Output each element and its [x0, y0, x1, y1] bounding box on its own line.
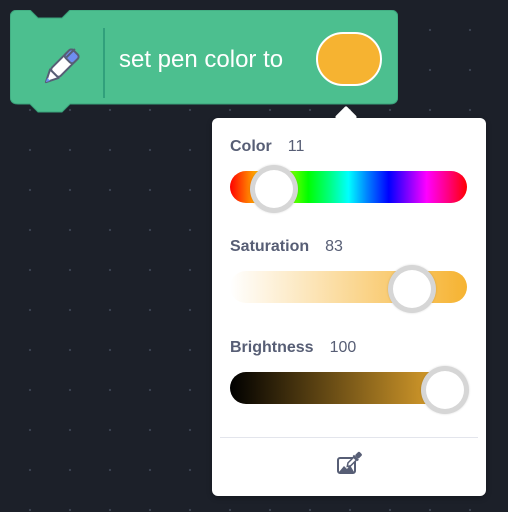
saturation-slider-row: Saturation 83 [230, 236, 468, 313]
brightness-slider-label: Brightness [230, 339, 314, 356]
saturation-slider-value: 83 [325, 238, 343, 255]
saturation-slider-label: Saturation [230, 238, 310, 255]
eyedropper-icon [337, 451, 362, 474]
color-slider-row: Color 11 [230, 136, 468, 213]
color-slider-value: 11 [287, 138, 305, 155]
eyedropper-button[interactable] [329, 444, 369, 484]
color-slider-label: Color [230, 138, 272, 155]
set-pen-color-block[interactable]: set pen color to [10, 10, 398, 120]
color-slider-handle[interactable] [250, 165, 298, 213]
brightness-slider-handle[interactable] [421, 366, 469, 414]
color-swatch-input[interactable] [316, 32, 382, 86]
brightness-slider-row: Brightness 100 [230, 337, 469, 414]
pen-icon [44, 48, 80, 84]
color-picker-popover: Color 11 Saturation 83 Brightness 100 [212, 105, 486, 496]
popover-divider [220, 437, 478, 438]
block-divider [103, 28, 105, 98]
brightness-slider-value: 100 [329, 339, 357, 356]
block-label: set pen color to [119, 46, 284, 73]
saturation-slider-handle[interactable] [388, 265, 436, 313]
